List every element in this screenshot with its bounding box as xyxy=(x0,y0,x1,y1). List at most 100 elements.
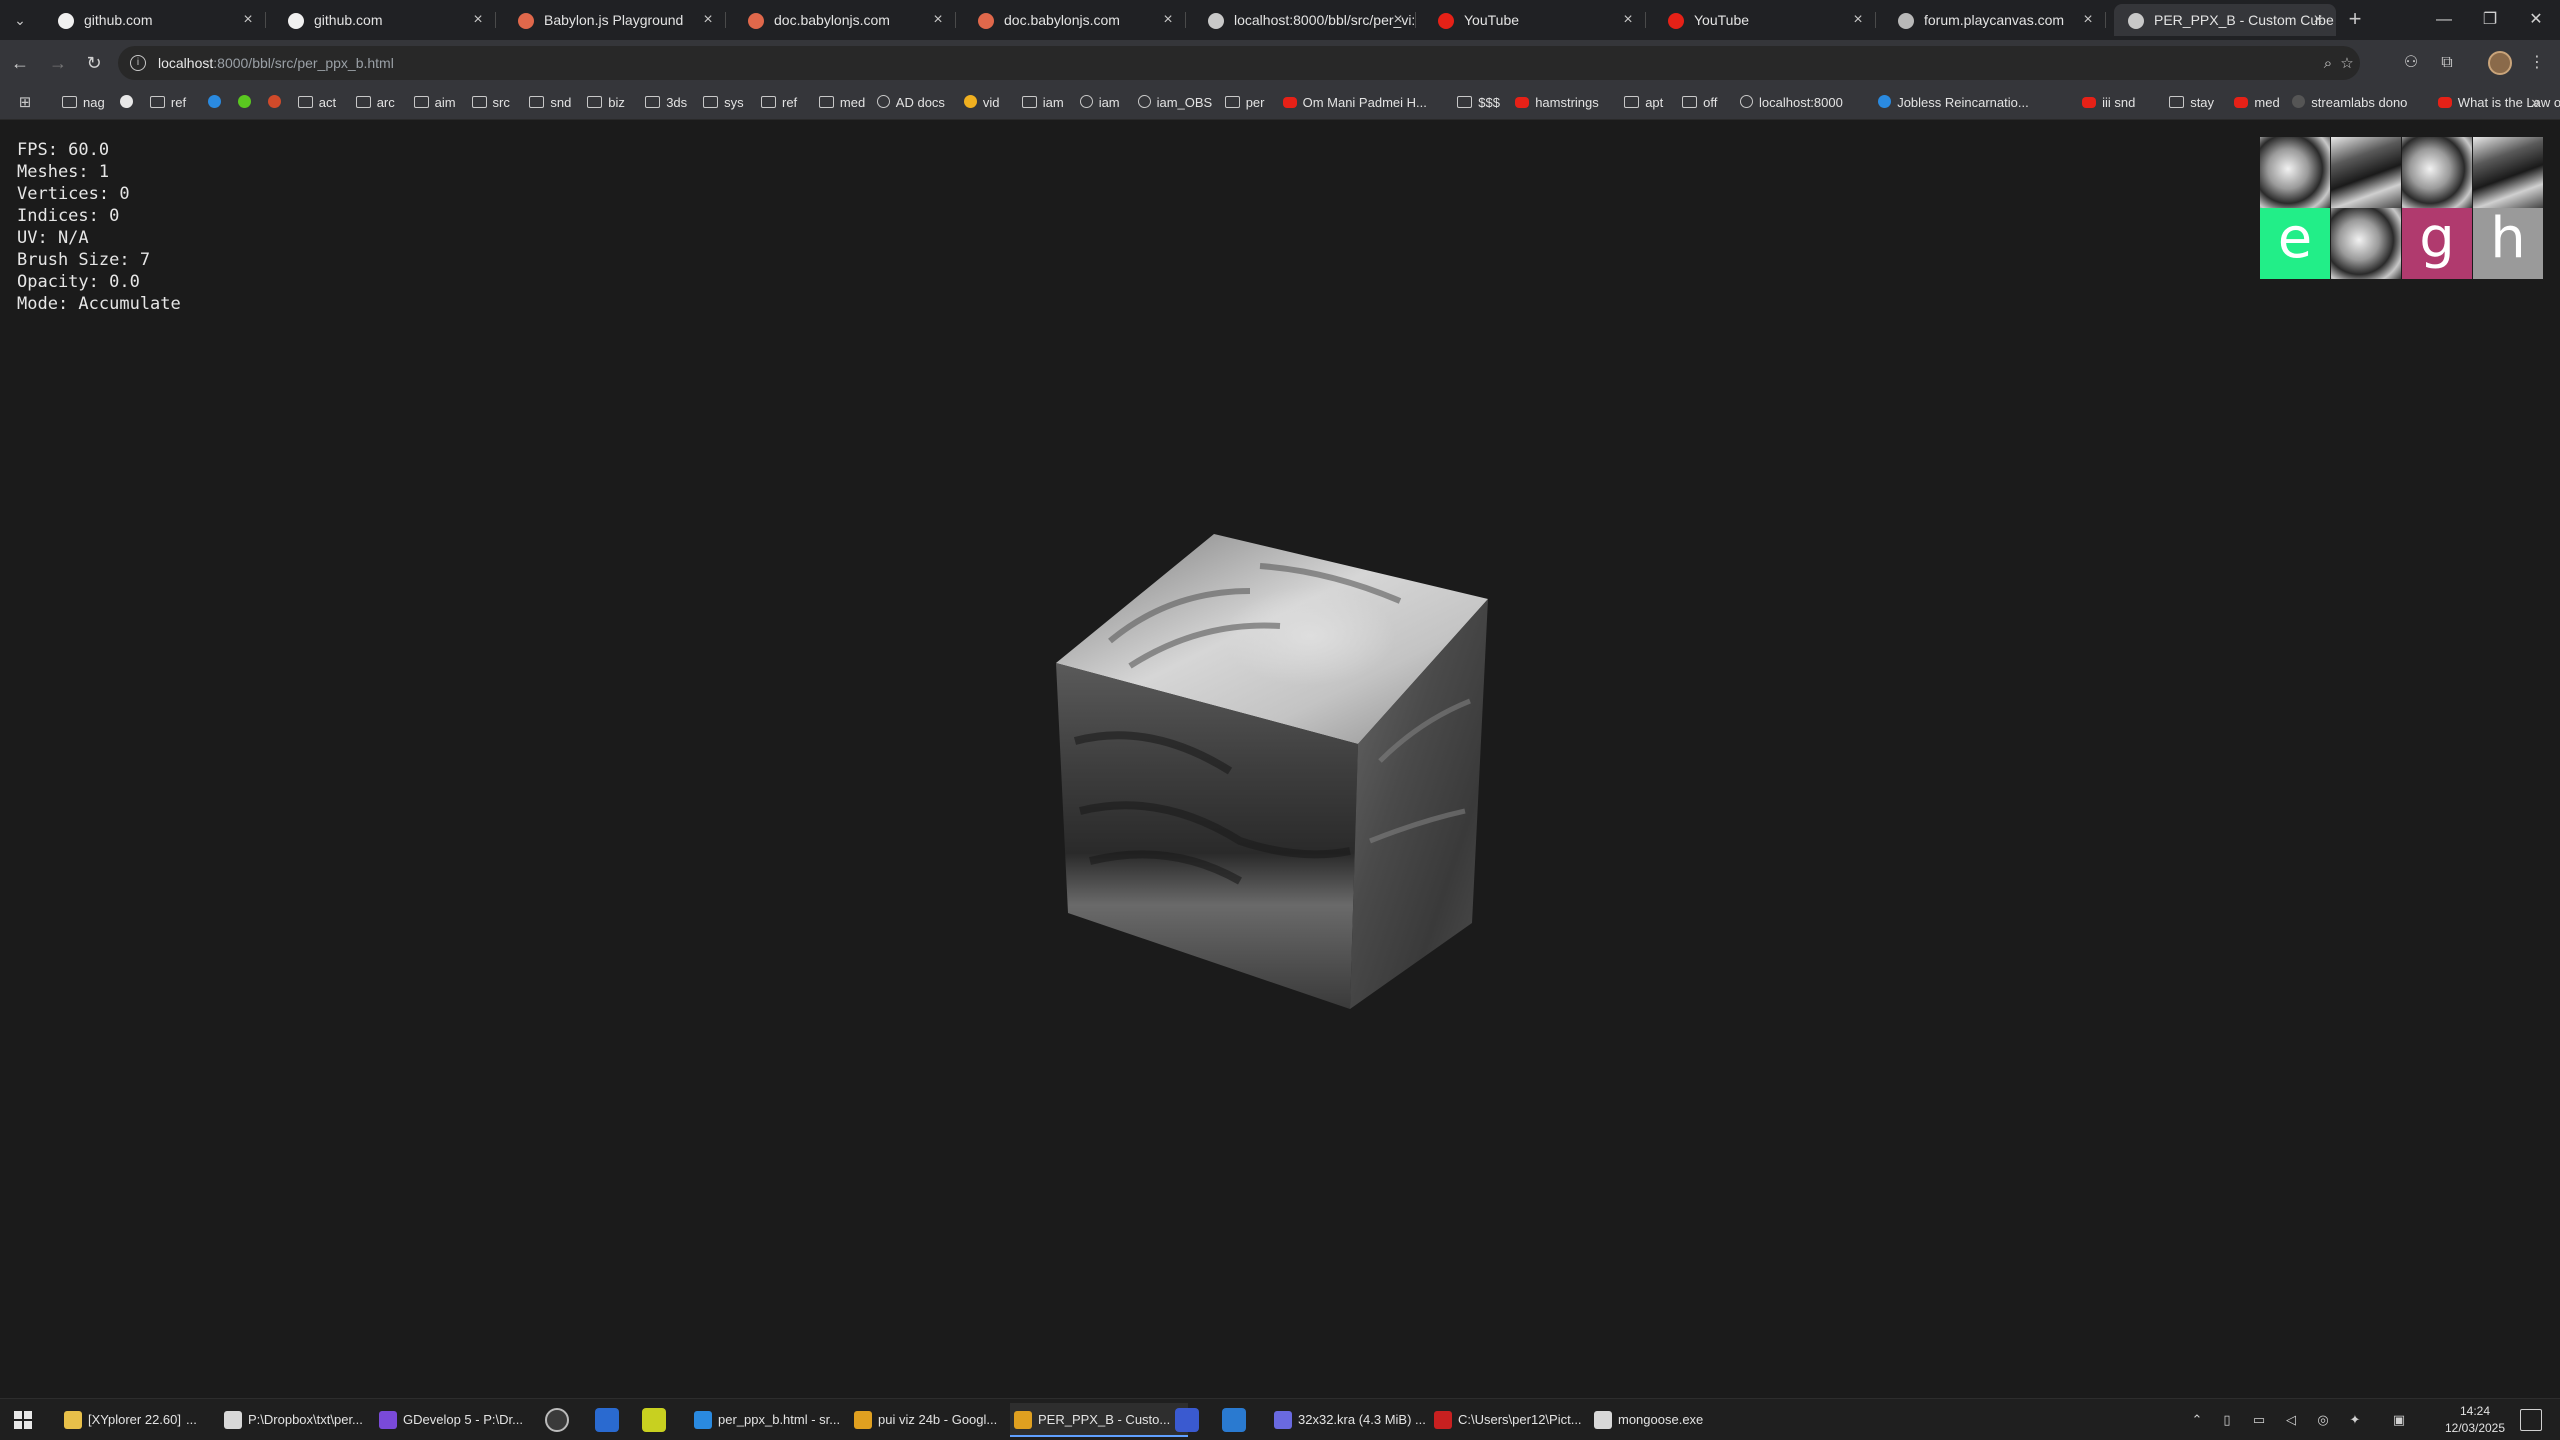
bookmark-item[interactable]: vid xyxy=(963,86,1000,120)
browser-tab[interactable]: localhost:8000/bbl/src/per_vi: × xyxy=(1194,4,1416,36)
bookmark-item[interactable]: ref xyxy=(149,86,186,120)
bookmark-item[interactable]: apt xyxy=(1624,86,1663,120)
browser-tab[interactable]: github.com × xyxy=(274,4,496,36)
tray-network-icon[interactable]: ◎ xyxy=(2314,1411,2332,1429)
tab-close-icon[interactable]: × xyxy=(470,12,486,28)
bookmark-item[interactable]: act xyxy=(297,86,336,120)
bookmark-item[interactable]: src xyxy=(471,86,510,120)
taskbar-clock[interactable]: 14:24 12/03/2025 xyxy=(2430,1403,2520,1437)
profile-avatar[interactable] xyxy=(2488,51,2512,75)
browser-menu-icon[interactable]: ⋮ xyxy=(2524,50,2550,76)
bookmark-item[interactable]: nag xyxy=(62,86,105,120)
browser-tab[interactable]: github.com × xyxy=(44,4,266,36)
browser-tab[interactable]: doc.babylonjs.com × xyxy=(964,4,1186,36)
browser-tab[interactable]: doc.babylonjs.com × xyxy=(734,4,956,36)
bookmark-item[interactable]: iam_OBS xyxy=(1137,86,1212,120)
taskbar-item[interactable]: C:\Users\per12\Pict... xyxy=(1430,1403,1608,1437)
tab-search-icon[interactable]: ⌄ xyxy=(8,8,32,32)
forward-button[interactable]: → xyxy=(44,49,72,77)
browser-tab[interactable]: forum.playcanvas.com × xyxy=(1884,4,2106,36)
bookmark-star-icon[interactable]: ☆ xyxy=(2337,54,2357,74)
extensions-puzzle-icon[interactable]: ⧉ xyxy=(2434,50,2460,76)
davinci-pin-icon[interactable] xyxy=(1175,1408,1199,1432)
tray-battery-icon[interactable]: ▭ xyxy=(2250,1411,2268,1429)
textured-cube[interactable] xyxy=(0,121,2560,1399)
bookmark-item[interactable]: ref xyxy=(761,86,797,120)
tab-close-icon[interactable]: × xyxy=(2310,12,2326,28)
tab-close-icon[interactable]: × xyxy=(1160,12,1176,28)
tab-close-icon[interactable]: × xyxy=(240,12,256,28)
bookmark-item[interactable]: AD docs xyxy=(876,86,945,120)
new-tab-button[interactable]: + xyxy=(2342,7,2368,33)
windows-start-icon[interactable] xyxy=(14,1411,32,1429)
taskbar-item[interactable]: PER_PPX_B - Custo... xyxy=(1010,1403,1188,1437)
bookmark-item[interactable]: Om Mani Padmei H... xyxy=(1282,86,1427,120)
bookmark-item[interactable]: $$$ xyxy=(1457,86,1500,120)
github-icon xyxy=(58,13,74,29)
site-info-icon[interactable]: i xyxy=(130,55,146,71)
bookmark-item[interactable]: Jobless Reincarnatio... xyxy=(1878,86,2029,120)
taskbar-item[interactable]: 32x32.kra (4.3 MiB) ... xyxy=(1270,1403,1448,1437)
bookmark-item[interactable] xyxy=(237,86,257,120)
obs-pin-icon[interactable] xyxy=(545,1408,569,1432)
tray-overflow-icon[interactable]: ⌃ xyxy=(2188,1411,2206,1429)
url-text[interactable]: localhost:8000/bbl/src/per_ppx_b.html xyxy=(158,46,394,80)
tab-close-icon[interactable]: × xyxy=(1620,12,1636,28)
bookmark-item[interactable]: med xyxy=(818,86,865,120)
browser-tab[interactable]: YouTube × xyxy=(1424,4,1646,36)
bookmark-item[interactable]: streamlabs dono xyxy=(2292,86,2407,120)
tab-close-icon[interactable]: × xyxy=(930,12,946,28)
bookmark-item[interactable]: hamstrings xyxy=(1515,86,1599,120)
tab-close-icon[interactable]: × xyxy=(700,12,716,28)
app-pin-icon[interactable] xyxy=(642,1408,666,1432)
bookmark-item[interactable]: snd xyxy=(529,86,571,120)
taskbar-item[interactable]: per_ppx_b.html - sr... xyxy=(690,1403,868,1437)
tab-close-icon[interactable]: × xyxy=(1390,12,1406,28)
bookmark-item[interactable] xyxy=(267,86,287,120)
taskbar-item[interactable]: GDevelop 5 - P:\Dr... xyxy=(375,1403,563,1437)
tray-display-icon[interactable]: ▣ xyxy=(2390,1411,2408,1429)
minimize-button[interactable]: — xyxy=(2420,0,2468,40)
tab-close-icon[interactable]: × xyxy=(1850,12,1866,28)
tray-usb-icon[interactable]: ▯ xyxy=(2218,1411,2236,1429)
bookmark-item[interactable]: sys xyxy=(703,86,744,120)
bookmarks-overflow-icon[interactable]: » xyxy=(2531,86,2540,120)
close-window-button[interactable]: ✕ xyxy=(2512,0,2560,40)
window-pin-icon[interactable] xyxy=(1222,1408,1246,1432)
bookmark-item[interactable]: iam xyxy=(1079,86,1120,120)
bookmark-item[interactable]: off xyxy=(1682,86,1717,120)
bookmark-item[interactable]: What is the Law of... xyxy=(2437,86,2560,120)
reload-button[interactable]: ↻ xyxy=(80,49,108,77)
back-button[interactable]: ← xyxy=(6,49,34,77)
tray-app-icon[interactable]: ✦ xyxy=(2346,1411,2364,1429)
apps-grid-icon[interactable]: ⊞ xyxy=(16,94,34,112)
taskbar-item[interactable]: mongoose.exe xyxy=(1590,1403,1748,1437)
zoom-icon[interactable]: ⌕ xyxy=(2318,54,2338,74)
bookmark-item[interactable]: iam xyxy=(1021,86,1064,120)
babylon-canvas[interactable]: FPS: 60.0 Meshes: 1 Vertices: 0 Indices:… xyxy=(0,121,2560,1399)
browser-tab[interactable]: Babylon.js Playground × xyxy=(504,4,726,36)
bookmark-item[interactable] xyxy=(207,86,227,120)
calculator-pin-icon[interactable] xyxy=(595,1408,619,1432)
browser-tab[interactable]: YouTube × xyxy=(1654,4,1876,36)
bookmark-item[interactable] xyxy=(119,86,139,120)
tab-close-icon[interactable]: × xyxy=(2080,12,2096,28)
taskbar-item[interactable]: P:\Dropbox\txt\per... xyxy=(220,1403,398,1437)
bookmark-item[interactable]: biz xyxy=(587,86,625,120)
bookmark-item[interactable]: med xyxy=(2234,86,2280,120)
bookmark-item[interactable]: per xyxy=(1224,86,1264,120)
bookmark-item[interactable]: iii snd xyxy=(2082,86,2135,120)
texture-atlas-preview: e gh xyxy=(2260,137,2543,279)
bookmark-item[interactable]: aim xyxy=(413,86,456,120)
bookmark-item[interactable]: 3ds xyxy=(645,86,687,120)
extension-icon[interactable]: ⚇ xyxy=(2398,50,2424,76)
address-bar[interactable]: i localhost:8000/bbl/src/per_ppx_b.html … xyxy=(118,46,2360,80)
restore-button[interactable]: ❐ xyxy=(2466,0,2514,40)
browser-tab[interactable]: PER_PPX_B - Custom Cube wi × xyxy=(2114,4,2336,36)
bookmark-item[interactable]: localhost:8000 xyxy=(1740,86,1843,120)
taskbar-item[interactable]: pui viz 24b - Googl... xyxy=(850,1403,1028,1437)
tray-volume-icon[interactable]: ◁ xyxy=(2282,1411,2300,1429)
notifications-icon[interactable] xyxy=(2520,1409,2542,1431)
bookmark-item[interactable]: stay xyxy=(2169,86,2214,120)
bookmark-item[interactable]: arc xyxy=(355,86,395,120)
